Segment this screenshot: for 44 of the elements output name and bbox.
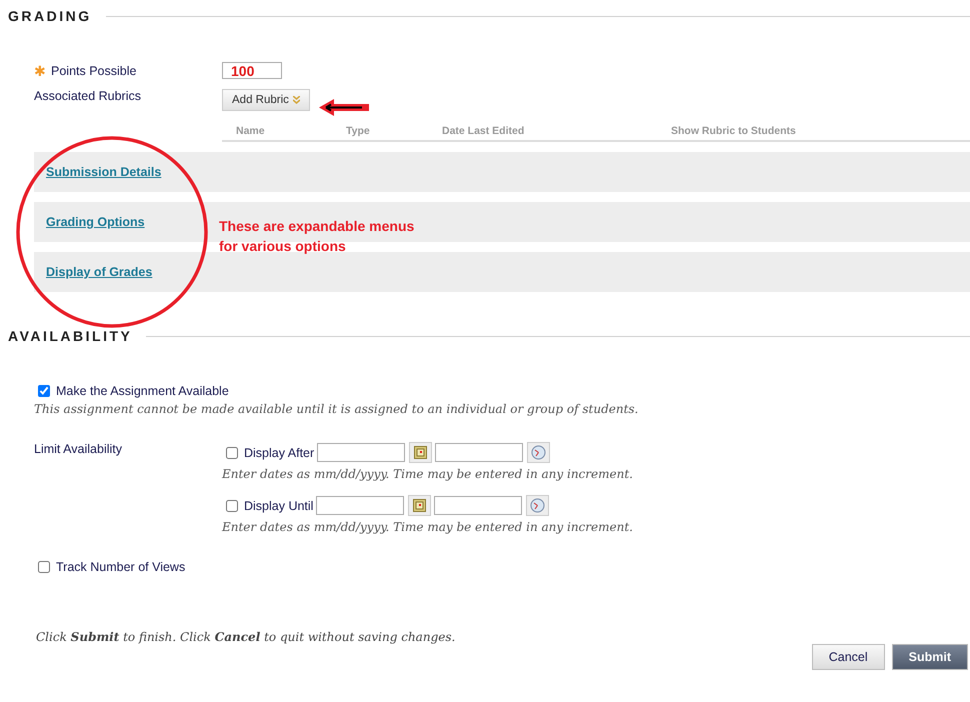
annotation-text: These are expandable menus for various options (219, 217, 414, 256)
field-label: Points Possible (51, 64, 136, 78)
checkbox[interactable] (226, 500, 238, 512)
checkbox-label: Track Number of Views (56, 560, 186, 574)
annotation-arrow (319, 99, 369, 116)
column-header: Name (236, 125, 266, 137)
column-header: Type (346, 125, 371, 137)
clock-icon (530, 498, 546, 513)
clock-button[interactable] (526, 495, 550, 516)
calendar-button[interactable] (409, 442, 432, 463)
chevron-down-icon (292, 96, 300, 104)
calendar-button[interactable] (408, 495, 432, 516)
submit-button[interactable]: Submit (892, 644, 968, 670)
column-header: Date Last Edited (442, 125, 526, 137)
section-link[interactable]: Grading Options (46, 215, 145, 229)
checkbox[interactable] (226, 446, 238, 458)
help-text: Enter dates as mm/dd/yyyy. Time may be entered in any increment. (222, 467, 633, 481)
date-field[interactable] (316, 496, 404, 515)
clock-button[interactable] (527, 442, 550, 463)
checkbox-label: Display After (244, 446, 314, 460)
section-heading: GRADING (8, 8, 92, 24)
calendar-icon (413, 499, 426, 512)
cancel-button[interactable]: Cancel (812, 644, 885, 670)
required-icon: ✱ (34, 62, 46, 78)
checkbox[interactable] (38, 561, 50, 573)
date-field[interactable] (317, 443, 406, 462)
points-field[interactable]: 100 (222, 62, 282, 79)
note-text: This assignment cannot be made available until it is assigned to an individual or group of students. (34, 402, 640, 416)
time-field[interactable] (435, 443, 524, 462)
checkbox[interactable] (38, 385, 50, 397)
section-heading: AVAILABILITY (8, 328, 132, 344)
help-text: Enter dates as mm/dd/yyyy. Time may be entered in any increment. (222, 520, 633, 534)
field-label: Limit Availability (34, 442, 122, 456)
checkbox-label: Make the Assignment Available (56, 384, 229, 398)
add-rubric-button[interactable]: Add Rubric (222, 89, 310, 111)
section-link[interactable]: Display of Grades (46, 265, 152, 279)
field-label: Associated Rubrics (34, 89, 141, 103)
time-field[interactable] (434, 496, 522, 515)
calendar-icon (414, 446, 428, 459)
section-link[interactable]: Submission Details (46, 165, 162, 179)
clock-icon (531, 445, 546, 460)
instructions-text: Click Submit to finish. Click Cancel to quit without saving changes. (36, 630, 456, 644)
column-header: Show Rubric to Students (671, 125, 797, 137)
checkbox-label: Display Until (244, 498, 314, 512)
